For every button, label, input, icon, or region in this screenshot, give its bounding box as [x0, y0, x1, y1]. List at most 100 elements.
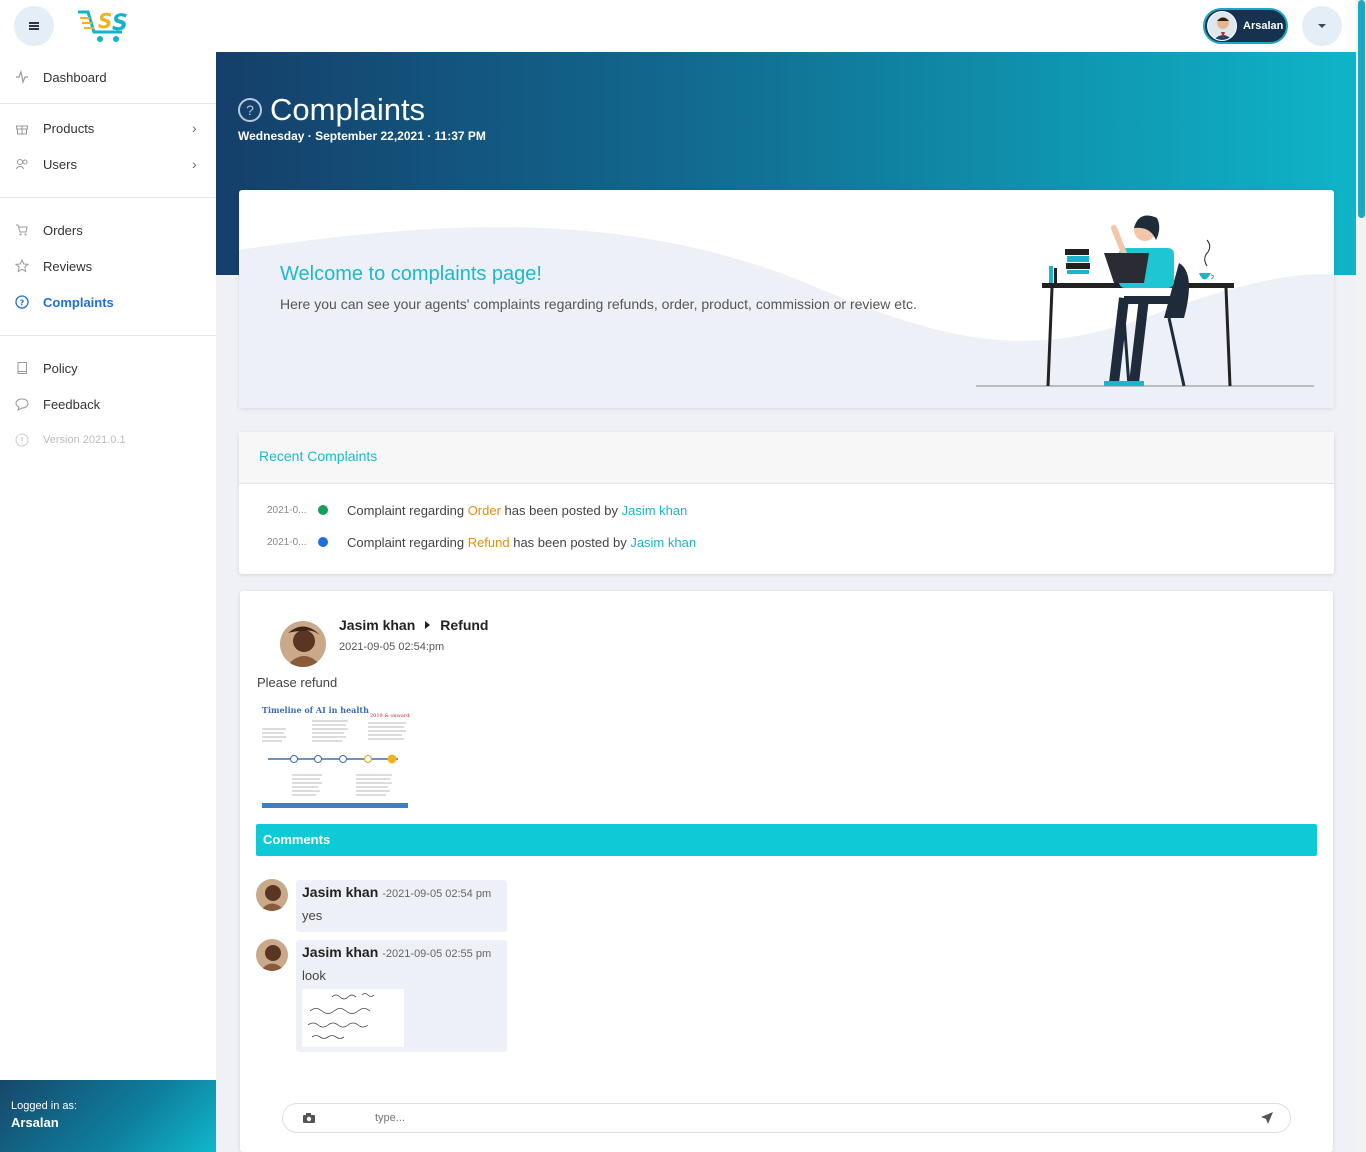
- user-name: Arsalan: [1243, 20, 1284, 32]
- users-icon: [14, 156, 30, 172]
- complaint-category: Refund: [440, 617, 489, 633]
- star-icon: [14, 258, 30, 274]
- complaint-timestamp: 2021-09-05 02:54:pm: [339, 641, 445, 653]
- sidebar: Dashboard Products › Users › Orders Revi…: [0, 52, 216, 1152]
- welcome-heading: Welcome to complaints page!: [280, 263, 542, 285]
- timeline-prefix: Complaint regarding: [347, 502, 468, 518]
- sidebar-divider: [0, 197, 216, 198]
- dropdown-button[interactable]: [1302, 6, 1342, 46]
- attachment-title: Timeline of AI in health: [262, 705, 369, 715]
- complaint-detail-card: Jasim khan Refund 2021-09-05 02:54:pm Pl…: [240, 591, 1333, 1152]
- svg-text:?: ?: [20, 298, 25, 307]
- complaint-author-link[interactable]: Jasim khan: [630, 535, 696, 550]
- app-logo[interactable]: S S: [74, 6, 134, 46]
- sidebar-item-users[interactable]: Users ›: [0, 149, 216, 179]
- sidebar-item-complaints[interactable]: ? Complaints: [0, 287, 216, 317]
- comment-avatar[interactable]: [256, 939, 288, 971]
- sidebar-item-label: Products: [43, 120, 95, 136]
- timeline-text: Complaint regarding Refund has been post…: [347, 535, 696, 550]
- sidebar-version: Version 2021.0.1: [0, 425, 216, 455]
- top-bar: S S Arsalan: [0, 0, 1356, 52]
- timeline-text: Complaint regarding Order has been poste…: [347, 503, 687, 518]
- send-icon[interactable]: [1260, 1111, 1274, 1125]
- chat-icon: [14, 396, 30, 412]
- page-title: ? Complaints: [238, 92, 425, 128]
- sidebar-item-feedback[interactable]: Feedback: [0, 389, 216, 419]
- sidebar-item-label: Policy: [43, 360, 78, 376]
- caret-down-icon: [1318, 24, 1326, 28]
- status-dot: [318, 505, 328, 515]
- sidebar-divider: [0, 103, 216, 104]
- welcome-text: Here you can see your agents' complaints…: [280, 296, 917, 312]
- user-avatar: [1207, 11, 1237, 41]
- comment-text: yes: [302, 908, 323, 923]
- gift-icon: [14, 120, 30, 136]
- logged-in-panel: Logged in as: Arsalan: [0, 1080, 216, 1152]
- timeline-middle: has been posted by: [509, 534, 631, 550]
- caret-right-icon: [425, 621, 431, 629]
- book-icon: [14, 360, 30, 376]
- scrollbar-thumb[interactable]: [1358, 0, 1365, 218]
- comment-text: look: [302, 968, 326, 983]
- timeline-date: 2021-0...: [267, 504, 307, 516]
- welcome-card: Welcome to complaints page! Here you can…: [239, 190, 1334, 408]
- status-dot: [318, 537, 328, 547]
- desk-illustration: [976, 215, 1314, 387]
- comment-input-bar: [282, 1103, 1291, 1133]
- chevron-right-icon: ›: [192, 156, 197, 172]
- logged-in-label: Logged in as:: [11, 1100, 78, 1112]
- comment-bubble: Jasim khan -2021-09-05 02:55 pm look: [296, 940, 507, 1052]
- camera-icon[interactable]: [302, 1112, 316, 1124]
- comment-bubble: Jasim khan -2021-09-05 02:54 pm yes: [296, 880, 507, 932]
- recent-complaints-title: Recent Complaints: [239, 432, 1334, 484]
- sidebar-divider: [0, 335, 216, 336]
- comment-time: -2021-09-05 02:55 pm: [382, 948, 492, 960]
- page-title-text: Complaints: [270, 92, 426, 127]
- sidebar-item-products[interactable]: Products ›: [0, 113, 216, 143]
- recent-complaints-card: Recent Complaints 2021-0... Complaint re…: [239, 432, 1334, 574]
- author-avatar[interactable]: [280, 621, 326, 667]
- svg-text:S: S: [112, 11, 128, 36]
- page-date: Wednesday · September 22,2021 · 11:37 PM: [238, 129, 486, 143]
- complaint-header: Jasim khan Refund: [339, 617, 488, 633]
- comment-author[interactable]: Jasim khan: [302, 944, 378, 960]
- hamburger-icon: [29, 25, 39, 27]
- sidebar-item-orders[interactable]: Orders: [0, 215, 216, 245]
- svg-text:2019 & onwards: 2019 & onwards: [370, 713, 410, 719]
- help-circle-icon: ?: [14, 294, 30, 310]
- comments-header: Comments: [256, 824, 1317, 856]
- sidebar-item-reviews[interactable]: Reviews: [0, 251, 216, 281]
- comment-input[interactable]: [375, 1109, 1235, 1127]
- menu-button[interactable]: [14, 6, 54, 46]
- help-circle-icon: ?: [238, 98, 262, 122]
- timeline-prefix: Complaint regarding: [347, 534, 468, 550]
- pulse-icon: [14, 69, 30, 85]
- timeline-item[interactable]: 2021-0... Complaint regarding Refund has…: [239, 532, 1239, 552]
- svg-text:S: S: [98, 9, 112, 33]
- sidebar-item-label: Dashboard: [43, 69, 107, 85]
- complaint-type: Order: [467, 502, 501, 518]
- comment-time: -2021-09-05 02:54 pm: [382, 888, 492, 900]
- complaint-author[interactable]: Jasim khan: [339, 617, 415, 633]
- info-icon: [14, 432, 30, 448]
- sidebar-item-label: Users: [43, 156, 77, 172]
- timeline-middle: has been posted by: [500, 502, 622, 518]
- timeline-date: 2021-0...: [267, 536, 307, 548]
- comment-author[interactable]: Jasim khan: [302, 884, 378, 900]
- sidebar-item-dashboard[interactable]: Dashboard: [0, 62, 216, 92]
- sidebar-item-label: Orders: [43, 222, 83, 238]
- logged-in-user: Arsalan: [11, 1115, 59, 1130]
- comment-attachment-image[interactable]: [302, 989, 404, 1047]
- sidebar-item-label: Feedback: [43, 396, 101, 412]
- complaint-attachment-image[interactable]: Timeline of AI in health 2019 & onwards: [258, 703, 410, 813]
- complaint-author-link[interactable]: Jasim khan: [622, 503, 688, 518]
- sidebar-item-label: Reviews: [43, 258, 93, 274]
- version-label: Version 2021.0.1: [43, 434, 126, 446]
- complaint-type: Refund: [467, 534, 510, 550]
- timeline-item[interactable]: 2021-0... Complaint regarding Order has …: [239, 500, 1239, 520]
- sidebar-item-label: Complaints: [43, 294, 114, 310]
- comment-avatar[interactable]: [256, 879, 288, 911]
- sidebar-item-policy[interactable]: Policy: [0, 353, 216, 383]
- user-menu[interactable]: Arsalan: [1203, 8, 1288, 44]
- complaint-message: Please refund: [257, 675, 338, 690]
